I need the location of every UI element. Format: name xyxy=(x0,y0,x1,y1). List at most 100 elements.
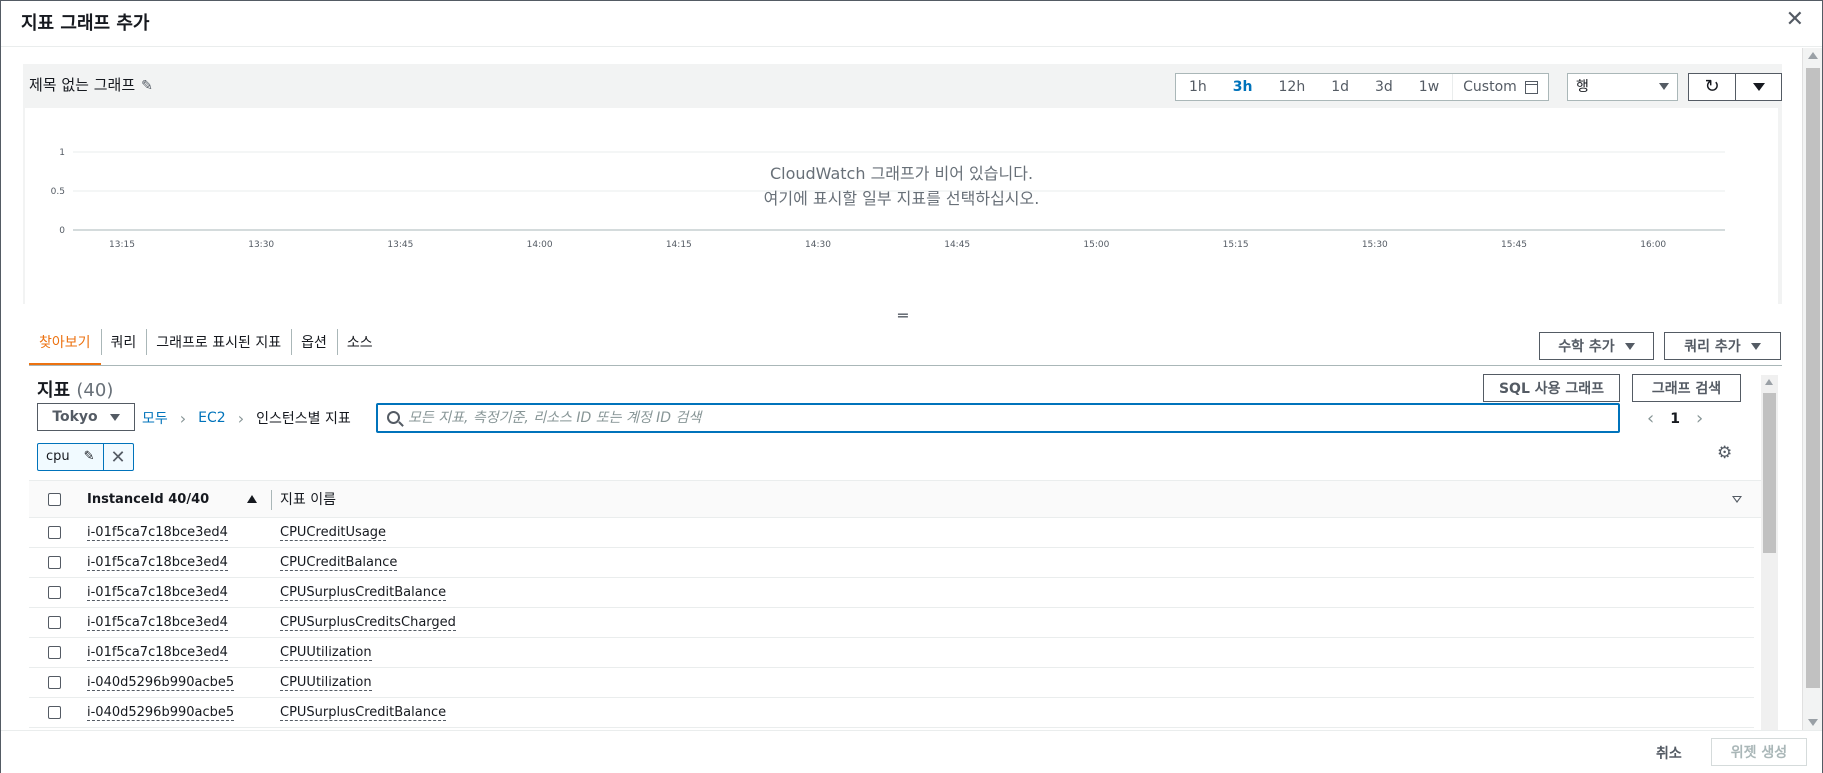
scroll-up-icon[interactable] xyxy=(1765,379,1773,385)
dialog-title: 지표 그래프 추가 xyxy=(21,13,150,34)
scroll-up-icon[interactable] xyxy=(1808,52,1818,59)
x-tick-label: 14:15 xyxy=(666,240,692,250)
graph-type-select[interactable]: 행 xyxy=(1567,73,1678,101)
table-scrollbar[interactable] xyxy=(1761,375,1778,730)
time-range-1d[interactable]: 1d xyxy=(1318,74,1362,100)
row-checkbox[interactable] xyxy=(48,676,61,689)
close-icon[interactable]: ✕ xyxy=(1786,9,1804,31)
caret-down-icon xyxy=(1659,83,1669,90)
search-input[interactable] xyxy=(408,407,1608,429)
time-range-1w[interactable]: 1w xyxy=(1406,74,1452,100)
metric-name-cell[interactable]: CPUCreditUsage xyxy=(280,525,387,541)
table-row[interactable]: i-040d5296b990acbe5 CPUUtilization xyxy=(29,668,1754,698)
tab-0[interactable]: 찾아보기 xyxy=(29,321,101,366)
instance-id-cell[interactable]: i-040d5296b990acbe5 xyxy=(87,675,235,691)
sort-ascending-icon[interactable] xyxy=(247,495,257,503)
metric-name-cell[interactable]: CPUUtilization xyxy=(280,675,372,691)
gear-icon[interactable]: ⚙ xyxy=(1717,443,1732,463)
breadcrumb-all[interactable]: 모두 xyxy=(142,408,168,428)
column-divider[interactable] xyxy=(271,490,272,510)
instance-id-cell[interactable]: i-040d5296b990acbe5 xyxy=(87,705,235,721)
add-query-button[interactable]: 쿼리 추가 xyxy=(1664,332,1781,360)
x-tick-label: 13:15 xyxy=(109,240,135,250)
filter-token: cpu ✎ ✕ xyxy=(37,443,134,471)
region-label: Tokyo xyxy=(52,409,98,425)
page-number[interactable]: 1 xyxy=(1670,411,1680,427)
time-range-3d[interactable]: 3d xyxy=(1362,74,1406,100)
graph-title[interactable]: 제목 없는 그래프 ✎ xyxy=(29,74,153,95)
chevron-right-icon: › xyxy=(179,408,187,428)
table-row[interactable]: i-01f5ca7c18bce3ed4 CPUCreditUsage xyxy=(29,518,1754,548)
graph-search-button[interactable]: 그래프 검색 xyxy=(1632,374,1741,402)
filter-token-label[interactable]: cpu ✎ xyxy=(38,444,103,470)
chevron-right-icon[interactable]: › xyxy=(1696,408,1703,429)
instance-id-cell[interactable]: i-01f5ca7c18bce3ed4 xyxy=(87,585,228,601)
instance-id-cell[interactable]: i-01f5ca7c18bce3ed4 xyxy=(87,525,228,541)
table-row[interactable]: i-01f5ca7c18bce3ed4 CPUSurplusCreditsChar… xyxy=(29,608,1754,638)
table-row[interactable]: i-01f5ca7c18bce3ed4 CPUSurplusCreditBalan… xyxy=(29,578,1754,608)
caret-down-icon xyxy=(1752,83,1765,91)
tab-2[interactable]: 그래프로 표시된 지표 xyxy=(146,321,291,363)
row-checkbox[interactable] xyxy=(48,706,61,719)
scrollbar-thumb[interactable] xyxy=(1763,393,1776,553)
refresh-button[interactable]: ↻ xyxy=(1689,74,1735,100)
time-range-1h[interactable]: 1h xyxy=(1176,74,1220,100)
time-range-12h[interactable]: 12h xyxy=(1266,74,1319,100)
row-checkbox[interactable] xyxy=(48,586,61,599)
metric-name-cell[interactable]: CPUSurplusCreditsCharged xyxy=(280,615,456,631)
tab-4[interactable]: 소스 xyxy=(336,321,383,363)
dialog-header: 지표 그래프 추가 ✕ xyxy=(1,1,1822,47)
metric-name-cell[interactable]: CPUSurplusCreditBalance xyxy=(280,705,447,721)
tab-divider xyxy=(29,365,1782,366)
metric-name-cell[interactable]: CPUUtilization xyxy=(280,645,372,661)
chevron-left-icon[interactable]: ‹ xyxy=(1647,408,1654,429)
table-row[interactable]: i-01f5ca7c18bce3ed4 CPUUtilization xyxy=(29,638,1754,668)
y-tick-label: 0 xyxy=(59,226,65,236)
sql-graph-button[interactable]: SQL 사용 그래프 xyxy=(1483,374,1620,402)
region-selector[interactable]: Tokyo xyxy=(37,403,135,431)
instance-id-cell[interactable]: i-01f5ca7c18bce3ed4 xyxy=(87,555,228,571)
time-range-3h[interactable]: 3h xyxy=(1220,74,1266,100)
row-checkbox[interactable] xyxy=(48,556,61,569)
resize-handle[interactable]: ═ xyxy=(898,308,908,324)
row-checkbox[interactable] xyxy=(48,646,61,659)
breadcrumb: 모두 › EC2 › 인스턴스별 지표 xyxy=(142,408,351,428)
row-checkbox[interactable] xyxy=(48,616,61,629)
refresh-options-button[interactable] xyxy=(1735,74,1781,100)
caret-down-icon xyxy=(109,413,120,421)
dialog-scrollbar[interactable] xyxy=(1802,48,1822,730)
x-tick-label: 15:15 xyxy=(1223,240,1249,250)
add-math-button[interactable]: 수학 추가 xyxy=(1539,332,1654,360)
instance-id-cell[interactable]: i-01f5ca7c18bce3ed4 xyxy=(87,615,228,631)
metric-name-cell[interactable]: CPUCreditBalance xyxy=(280,555,398,571)
table-row[interactable]: i-040d5296b990acbe5 CPUSurplusCreditBalan… xyxy=(29,698,1754,728)
cancel-button[interactable]: 취소 xyxy=(1656,743,1682,763)
column-header-instanceid[interactable]: InstanceId 40/40 xyxy=(87,492,209,507)
scrollbar-thumb[interactable] xyxy=(1806,68,1820,688)
create-widget-button[interactable]: 위젯 생성 xyxy=(1711,738,1807,766)
time-range-custom[interactable]: Custom xyxy=(1452,74,1548,100)
row-checkbox[interactable] xyxy=(48,526,61,539)
instance-id-cell[interactable]: i-01f5ca7c18bce3ed4 xyxy=(87,645,228,661)
breadcrumb-ec2[interactable]: EC2 xyxy=(198,410,226,426)
table-row[interactable]: i-01f5ca7c18bce3ed4 CPUCreditBalance xyxy=(29,548,1754,578)
caret-down-icon[interactable] xyxy=(1732,495,1742,503)
tab-3[interactable]: 옵션 xyxy=(291,321,337,363)
close-icon[interactable]: ✕ xyxy=(102,444,133,470)
table-body: i-01f5ca7c18bce3ed4 CPUCreditUsage i-01f5c… xyxy=(29,518,1761,728)
column-header-metric-name[interactable]: 지표 이름 xyxy=(280,489,336,509)
table-header: InstanceId 40/40 지표 이름 xyxy=(29,480,1761,518)
scroll-down-icon[interactable] xyxy=(1808,719,1818,726)
metric-search xyxy=(376,403,1620,433)
add-metric-graph-dialog: 지표 그래프 추가 ✕ 제목 없는 그래프 ✎ 1h 3h 12h 1d 3d 1w Cust… xyxy=(0,0,1823,773)
pencil-icon[interactable]: ✎ xyxy=(141,78,153,94)
select-all-checkbox[interactable] xyxy=(48,492,61,506)
x-tick-label: 14:00 xyxy=(527,240,553,250)
filter-token-text: cpu xyxy=(46,449,70,464)
chart-area: 1 0.5 0 13:15 13:30 13:45 14:00 14:15 14:30 14:45… xyxy=(25,108,1778,304)
pencil-icon[interactable]: ✎ xyxy=(84,444,95,470)
custom-label: Custom xyxy=(1463,79,1517,95)
tab-1[interactable]: 쿼리 xyxy=(100,321,147,363)
graph-search-label: 그래프 검색 xyxy=(1651,381,1722,397)
metric-name-cell[interactable]: CPUSurplusCreditBalance xyxy=(280,585,447,601)
